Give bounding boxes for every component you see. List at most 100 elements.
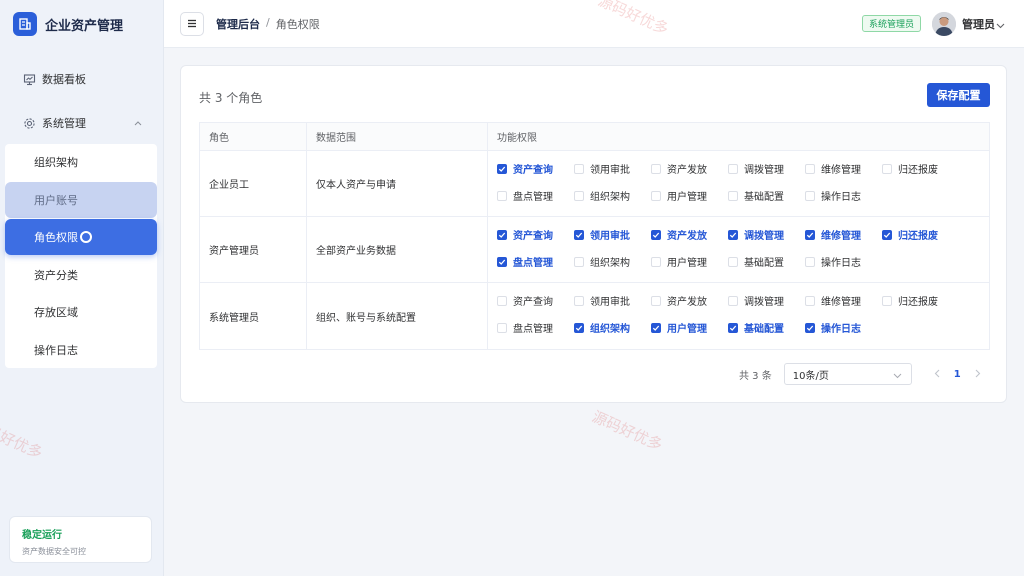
permission-checkbox[interactable]: 用户管理 <box>651 188 728 203</box>
breadcrumb-root[interactable]: 管理后台 <box>216 16 260 32</box>
permission-checkbox[interactable]: 领用审批 <box>574 293 651 308</box>
permission-checkbox[interactable]: 用户管理 <box>651 254 728 269</box>
checkbox-checked-icon[interactable] <box>651 322 661 333</box>
breadcrumb-separator: / <box>266 16 270 29</box>
permission-checkbox[interactable]: 用户管理 <box>651 320 728 335</box>
sidebar-item-logs[interactable]: 操作日志 <box>5 332 157 368</box>
permission-label: 资产发放 <box>667 297 707 308</box>
menu-toggle-button[interactable] <box>180 12 204 36</box>
permissions-cell: 资产查询 领用审批 资产发放 调拨管理 维修管理 归还报废盘点管理 组织架构 用户管理 基础配置… <box>488 217 989 282</box>
checkbox-unchecked-icon[interactable] <box>574 190 584 201</box>
permission-checkbox[interactable]: 调拨管理 <box>728 161 805 176</box>
permission-checkbox[interactable]: 资产查询 <box>497 161 574 176</box>
permission-checkbox[interactable]: 操作日志 <box>805 254 882 269</box>
permission-label: 用户管理 <box>667 324 707 335</box>
status-subtitle: 资产数据安全可控 <box>22 547 86 556</box>
checkbox-unchecked-icon[interactable] <box>805 163 815 174</box>
sidebar-item-roles[interactable]: 角色权限 <box>5 219 157 255</box>
brand-title: 企业资产管理 <box>45 18 124 34</box>
checkbox-unchecked-icon[interactable] <box>574 256 584 267</box>
table-row: 企业员工 仅本人资产与申请 资产查询 领用审批 资产发放 调拨管理 维修管理 归还报废 盘点管理… <box>200 151 989 217</box>
checkbox-unchecked-icon[interactable] <box>497 295 507 306</box>
next-page-button[interactable] <box>975 368 981 381</box>
permission-checkbox[interactable]: 归还报废 <box>882 161 959 176</box>
permission-checkbox[interactable]: 归还报废 <box>882 227 959 242</box>
permission-checkbox[interactable]: 归还报废 <box>882 293 959 308</box>
checkbox-unchecked-icon[interactable] <box>728 163 738 174</box>
sidebar-item-label: 资产分类 <box>34 268 78 282</box>
sidebar-item-system[interactable]: 系统管理 <box>0 104 164 142</box>
checkbox-checked-icon[interactable] <box>497 163 507 174</box>
permission-label: 调拨管理 <box>744 165 784 176</box>
permission-checkbox[interactable]: 操作日志 <box>805 188 882 203</box>
permission-checkbox[interactable]: 组织架构 <box>574 320 651 335</box>
chevron-down-icon[interactable] <box>996 18 1005 32</box>
checkbox-unchecked-icon[interactable] <box>497 190 507 201</box>
permission-checkbox[interactable]: 盘点管理 <box>497 254 574 269</box>
permission-checkbox[interactable]: 调拨管理 <box>728 293 805 308</box>
page-number-button[interactable]: 1 <box>954 369 961 380</box>
permission-checkbox[interactable]: 调拨管理 <box>728 227 805 242</box>
chevron-up-icon <box>134 116 142 129</box>
save-config-button[interactable]: 保存配置 <box>927 83 990 107</box>
checkbox-unchecked-icon[interactable] <box>574 163 584 174</box>
sidebar-item-asset-category[interactable]: 资产分类 <box>5 257 157 293</box>
permission-checkbox[interactable]: 基础配置 <box>728 320 805 335</box>
permission-checkbox[interactable]: 资产发放 <box>651 161 728 176</box>
checkbox-unchecked-icon[interactable] <box>728 295 738 306</box>
sidebar-item-org[interactable]: 组织架构 <box>5 144 157 180</box>
checkbox-unchecked-icon[interactable] <box>651 163 661 174</box>
permission-checkbox[interactable]: 基础配置 <box>728 188 805 203</box>
checkbox-checked-icon[interactable] <box>497 256 507 267</box>
permission-checkbox[interactable]: 盘点管理 <box>497 320 574 335</box>
permission-checkbox[interactable]: 操作日志 <box>805 320 882 335</box>
permission-checkbox[interactable]: 维修管理 <box>805 293 882 308</box>
page-size-select[interactable]: 10条/页 <box>783 363 912 385</box>
permission-checkbox[interactable]: 领用审批 <box>574 227 651 242</box>
checkbox-unchecked-icon[interactable] <box>497 322 507 333</box>
checkbox-unchecked-icon[interactable] <box>651 190 661 201</box>
checkbox-checked-icon[interactable] <box>805 322 815 333</box>
permission-checkbox[interactable]: 维修管理 <box>805 161 882 176</box>
checkbox-checked-icon[interactable] <box>882 229 892 240</box>
user-name[interactable]: 管理员 <box>962 16 995 32</box>
permission-label: 操作日志 <box>821 324 861 335</box>
checkbox-unchecked-icon[interactable] <box>651 295 661 306</box>
permission-checkbox[interactable]: 资产查询 <box>497 227 574 242</box>
checkbox-unchecked-icon[interactable] <box>728 190 738 201</box>
sidebar-item-label: 数据看板 <box>42 73 86 86</box>
checkbox-unchecked-icon[interactable] <box>728 256 738 267</box>
checkbox-unchecked-icon[interactable] <box>651 256 661 267</box>
prev-page-button[interactable] <box>934 368 940 381</box>
checkbox-unchecked-icon[interactable] <box>805 295 815 306</box>
permission-checkbox[interactable]: 组织架构 <box>574 254 651 269</box>
system-submenu: 组织架构 用户账号 角色权限 资产分类 存放区域 操作日志 <box>5 144 157 368</box>
permission-checkbox[interactable]: 资产发放 <box>651 293 728 308</box>
checkbox-unchecked-icon[interactable] <box>805 190 815 201</box>
avatar[interactable] <box>932 12 956 36</box>
permission-checkbox[interactable]: 基础配置 <box>728 254 805 269</box>
checkbox-checked-icon[interactable] <box>574 322 584 333</box>
sidebar-item-storage[interactable]: 存放区域 <box>5 294 157 330</box>
checkbox-checked-icon[interactable] <box>728 229 738 240</box>
checkbox-checked-icon[interactable] <box>651 229 661 240</box>
permission-checkbox[interactable]: 领用审批 <box>574 161 651 176</box>
checkbox-unchecked-icon[interactable] <box>574 295 584 306</box>
checkbox-unchecked-icon[interactable] <box>805 256 815 267</box>
checkbox-checked-icon[interactable] <box>728 322 738 333</box>
permission-checkbox[interactable]: 资产查询 <box>497 293 574 308</box>
permission-checkbox[interactable]: 盘点管理 <box>497 188 574 203</box>
permission-checkbox[interactable]: 维修管理 <box>805 227 882 242</box>
pagination-total: 共 3 条 <box>739 370 772 382</box>
permission-checkbox[interactable]: 组织架构 <box>574 188 651 203</box>
brand[interactable]: 企业资产管理 <box>0 0 163 48</box>
sidebar-item-label: 存放区域 <box>34 306 78 319</box>
checkbox-checked-icon[interactable] <box>805 229 815 240</box>
sidebar-item-users[interactable]: 用户账号 <box>5 181 157 218</box>
checkbox-unchecked-icon[interactable] <box>882 295 892 306</box>
checkbox-checked-icon[interactable] <box>497 229 507 240</box>
sidebar-item-dashboard[interactable]: 数据看板 <box>0 62 164 96</box>
checkbox-unchecked-icon[interactable] <box>882 163 892 174</box>
checkbox-checked-icon[interactable] <box>574 229 584 240</box>
permission-checkbox[interactable]: 资产发放 <box>651 227 728 242</box>
